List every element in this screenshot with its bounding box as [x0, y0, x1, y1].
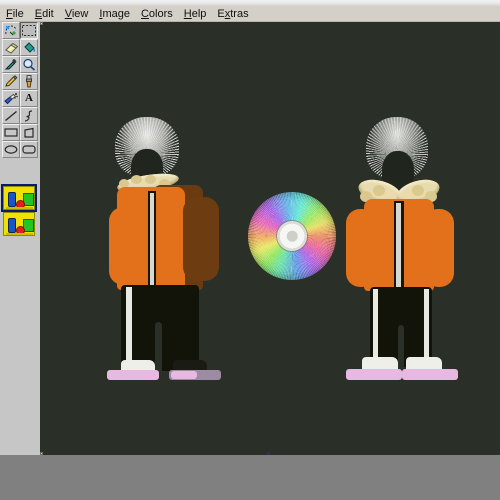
figure-left-zip: [150, 193, 154, 287]
fur-tuft: [131, 175, 142, 184]
canvas-handle-top-left[interactable]: [40, 22, 43, 25]
figure-left-shoe-right: [169, 360, 221, 382]
shapes-thumbnail-1[interactable]: [1, 184, 37, 212]
tool-color-picker[interactable]: [2, 56, 20, 73]
figure-left-shoe-left: [107, 360, 159, 382]
shoe-sole: [346, 369, 402, 380]
menu-item-view[interactable]: View: [60, 6, 95, 22]
figure-right-sleeve-right: [424, 209, 454, 287]
tool-eraser[interactable]: [2, 39, 20, 56]
tool-airbrush[interactable]: [2, 90, 20, 107]
fur-tuft: [412, 185, 424, 196]
thumbnail-shadow: [6, 207, 33, 209]
tool-line[interactable]: [2, 107, 20, 124]
cd-center-hole: [286, 230, 298, 242]
figure-left-pant-stripe: [126, 287, 132, 371]
fur-tuft: [145, 175, 156, 184]
shoe-sole: [107, 370, 159, 380]
tool-free-form-select[interactable]: [2, 22, 20, 39]
thumbnail-strip: [1, 184, 37, 238]
tool-brush[interactable]: [20, 73, 38, 90]
shapes-thumbnail-2[interactable]: [3, 212, 35, 236]
shoe-sole: [402, 369, 458, 380]
artwork-compact-disc: [248, 192, 336, 280]
artwork-figure-left: [95, 117, 245, 382]
left-panel: A: [0, 22, 40, 455]
tool-curve[interactable]: [20, 107, 38, 124]
cylinder-shape-icon: [8, 192, 16, 207]
cylinder-shape-icon: [8, 218, 16, 233]
shoe-sole-accent: [171, 371, 197, 379]
artwork-figure-right: [340, 117, 500, 382]
figure-right-shoe-right: [402, 357, 458, 381]
menu-item-file[interactable]: File: [1, 6, 30, 22]
menu-item-image[interactable]: Image: [94, 6, 136, 22]
tool-polygon[interactable]: [20, 124, 38, 141]
tool-box: A: [2, 22, 38, 158]
drawing-canvas[interactable]: [40, 22, 500, 455]
tool-text[interactable]: A: [20, 90, 38, 107]
tool-magnifier[interactable]: [20, 56, 38, 73]
fur-tuft: [373, 185, 385, 196]
figure-right-pant-stripe-left: [373, 289, 378, 367]
tool-ellipse[interactable]: [2, 141, 20, 158]
figure-left-sleeve-shadow: [183, 197, 219, 281]
figure-left-sleeve: [109, 207, 139, 285]
menu-item-help[interactable]: Help: [179, 6, 213, 22]
thumbnail-shadow: [6, 233, 33, 235]
workspace-area: [0, 455, 500, 500]
tool-fill-bucket[interactable]: [20, 39, 38, 56]
menu-item-extras[interactable]: Extras: [212, 6, 254, 22]
menu-bar: File Edit View Image Colors Help Extras: [0, 6, 500, 22]
figure-right-zip: [396, 203, 401, 289]
tool-rectangular-select[interactable]: [20, 22, 38, 39]
tool-rectangle[interactable]: [2, 124, 20, 141]
menu-item-colors[interactable]: Colors: [136, 6, 179, 22]
tool-rounded-rectangle[interactable]: [20, 141, 38, 158]
menu-item-edit[interactable]: Edit: [30, 6, 60, 22]
figure-right-shoe-left: [346, 357, 402, 381]
tool-pencil[interactable]: [2, 73, 20, 90]
paint-application-window: File Edit View Image Colors Help Extras: [0, 0, 500, 500]
figure-right-pant-stripe-right: [424, 289, 429, 367]
figure-right-sleeve-left: [346, 209, 376, 287]
